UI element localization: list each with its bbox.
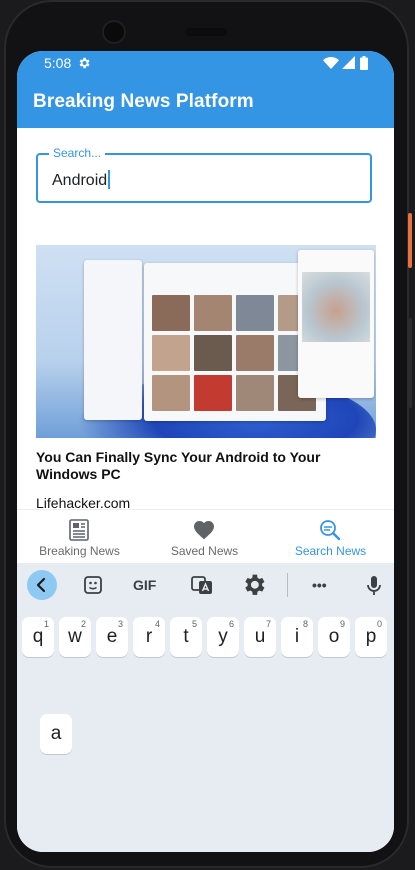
status-time: 5:08	[44, 55, 72, 71]
key-u[interactable]: u7	[244, 617, 276, 657]
key-y[interactable]: y6	[207, 617, 239, 657]
microphone-icon	[367, 576, 381, 595]
gear-icon	[245, 574, 265, 595]
text-cursor	[108, 170, 111, 189]
key-r[interactable]: r4	[133, 617, 165, 657]
sticker-button[interactable]	[79, 570, 109, 600]
newspaper-icon	[69, 519, 89, 541]
keyboard-settings-button[interactable]	[239, 570, 269, 600]
key-e[interactable]: e3	[96, 617, 128, 657]
search-label: Search...	[49, 146, 106, 160]
front-camera	[104, 22, 124, 42]
soft-keyboard: GIF ••• q 1 w 2 e 3 r 4 t 5 y 6 u 7 i 8 …	[17, 563, 394, 852]
keyboard-toolbar: GIF •••	[17, 563, 394, 607]
signal-icon	[342, 56, 355, 69]
search-input[interactable]: Android	[52, 170, 111, 190]
key-w[interactable]: w2	[59, 617, 91, 657]
status-bar: 5:08	[17, 51, 394, 75]
wifi-icon	[323, 57, 339, 69]
voice-input-button[interactable]	[362, 570, 386, 600]
key-q[interactable]: q1	[22, 617, 54, 657]
key-t[interactable]: t5	[170, 617, 202, 657]
nav-label-saved-news: Saved News	[170, 544, 239, 558]
toolbar-divider	[287, 573, 288, 597]
app-title: Breaking News Platform	[33, 91, 254, 112]
key-o[interactable]: o9	[318, 617, 350, 657]
notifications-window	[84, 260, 142, 420]
more-options-button[interactable]: •••	[312, 577, 327, 607]
collapse-toolbar-button[interactable]	[27, 570, 57, 600]
bottom-navigation: Breaking News Saved News Search News	[17, 509, 394, 564]
battery-icon	[360, 56, 368, 70]
article-title[interactable]: You Can Finally Sync Your Android to You…	[36, 449, 381, 483]
search-icon	[320, 520, 341, 541]
gif-button[interactable]: GIF	[133, 577, 156, 607]
translate-icon	[191, 576, 212, 594]
nav-label-breaking-news: Breaking News	[39, 544, 120, 558]
heart-icon	[194, 521, 214, 540]
search-field[interactable]: Search... Android	[36, 146, 372, 203]
key-p[interactable]: p0	[355, 617, 387, 657]
sticker-icon	[84, 576, 102, 594]
nav-breaking-news[interactable]: Breaking News	[17, 510, 142, 564]
article-image[interactable]	[36, 245, 376, 438]
chevron-left-icon	[36, 577, 46, 593]
app-bar: Breaking News Platform	[17, 75, 394, 128]
power-button[interactable]	[408, 213, 412, 268]
nav-saved-news[interactable]: Saved News	[142, 510, 267, 564]
instagram-window	[298, 250, 374, 398]
key-a[interactable]: a	[40, 714, 72, 754]
nav-search-news[interactable]: Search News	[268, 510, 393, 564]
search-input-text: Android	[52, 172, 108, 189]
gear-icon	[79, 57, 90, 69]
nav-label-search-news: Search News	[294, 544, 367, 558]
screen: 5:08 Breaking News Platform Search... An…	[17, 51, 394, 852]
volume-button[interactable]	[408, 318, 412, 408]
translate-button[interactable]	[187, 570, 217, 600]
key-i[interactable]: i8	[281, 617, 313, 657]
earpiece-speaker	[185, 28, 227, 36]
